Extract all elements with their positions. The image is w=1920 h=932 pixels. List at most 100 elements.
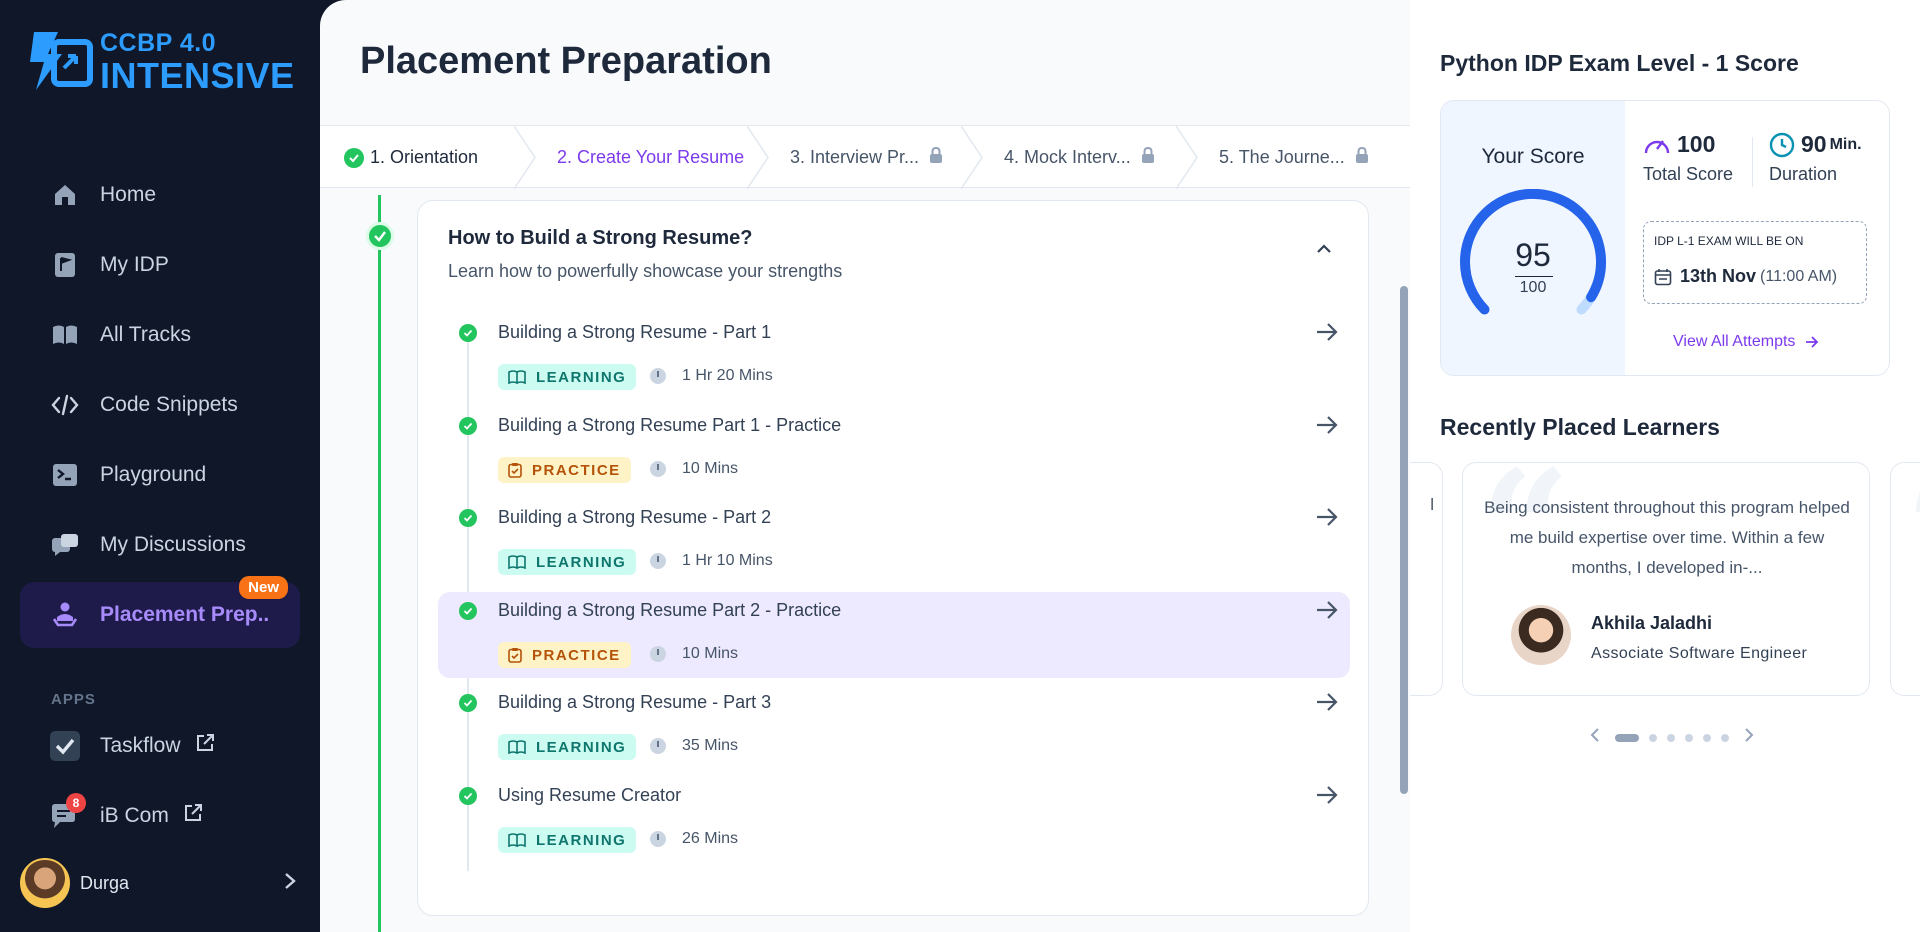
section-subtitle: Learn how to powerfully showcase your st… [448, 261, 843, 281]
sidebar-item-label: My IDP [100, 253, 169, 276]
chevron-right-icon[interactable] [1744, 726, 1754, 749]
clock-icon [650, 738, 666, 754]
chevron-up-icon[interactable] [1316, 241, 1332, 259]
book-open-icon [508, 833, 526, 847]
user-profile[interactable]: Durga [20, 857, 300, 909]
duration-unit: Min. [1829, 135, 1862, 153]
brand-line1: CCBP 4.0 [100, 28, 217, 57]
sidebar-item-label: All Tracks [100, 323, 192, 346]
testimonial-card-prev[interactable]: l [1410, 462, 1443, 696]
learning-tag: LEARNING [498, 549, 637, 575]
new-badge: New [239, 576, 288, 599]
carousel-dot[interactable] [1667, 733, 1675, 742]
arrow-right-icon[interactable] [1316, 600, 1338, 625]
flag-doc-icon [50, 250, 80, 280]
sidebar-item-my-discussions[interactable]: My Discussions [20, 512, 300, 578]
resource-item[interactable]: Building a Strong Resume Part 2 - Practi… [438, 592, 1350, 678]
arrow-right-icon[interactable] [1316, 692, 1338, 717]
sidebar-item-label: Home [100, 183, 157, 206]
resource-item[interactable]: Using Resume Creator LEARNING 26 Mins [438, 777, 1350, 863]
external-link-icon[interactable] [195, 733, 215, 759]
lock-icon [1141, 146, 1155, 169]
duration: 35 Mins [650, 737, 738, 755]
apps-label: APPS [51, 691, 96, 708]
learner-avatar [1511, 605, 1571, 665]
app-label: Taskflow [100, 734, 181, 757]
learning-tag: LEARNING [498, 734, 637, 760]
section-title: How to Build a Strong Resume? [448, 227, 753, 249]
carousel-pagination [1580, 726, 1764, 749]
resource-item[interactable]: Building a Strong Resume Part 1 - Practi… [438, 407, 1350, 493]
total-score-value: 100 [1677, 131, 1716, 157]
sidebar-item-placement-prep[interactable]: Placement Prep.. New [20, 576, 300, 648]
carousel-dot[interactable] [1615, 733, 1639, 742]
clock-icon [1769, 132, 1795, 158]
arrow-right-icon[interactable] [1316, 785, 1338, 810]
resource-title: Using Resume Creator [498, 785, 682, 805]
sidebar-item-code-snippets[interactable]: Code Snippets [20, 372, 300, 438]
learner-role: Associate Software Engineer [1591, 645, 1808, 662]
arrow-right-icon[interactable] [1316, 507, 1338, 532]
resource-item[interactable]: Building a Strong Resume - Part 2 LEARNIN… [438, 499, 1350, 585]
brand-line2: INTENSIVE [100, 54, 295, 96]
testimonial-card-next[interactable]: “ [1890, 435, 1920, 696]
arrow-right-icon [1806, 336, 1819, 348]
sidebar-item-all-tracks[interactable]: All Tracks [20, 302, 300, 368]
progress-stepper: 1. Orientation 2. Create Your Resume 3. … [320, 125, 1410, 189]
resource-title: Building a Strong Resume - Part 3 [498, 692, 772, 712]
carousel-dot[interactable] [1721, 733, 1729, 742]
sidebar-item-home[interactable]: Home [20, 162, 300, 228]
testimonial-card[interactable]: “ Being consistent throughout this progr… [1462, 462, 1870, 696]
step-separator [961, 126, 983, 189]
check-icon [459, 509, 477, 527]
clock-icon [650, 831, 666, 847]
sidebar-item-my-idp[interactable]: My IDP [20, 232, 300, 298]
external-link-icon[interactable] [183, 803, 203, 829]
step-create-resume[interactable]: 2. Create Your Resume [535, 126, 769, 189]
book-open-icon [508, 740, 526, 754]
carousel-dot[interactable] [1703, 733, 1711, 742]
score-card: Your Score 95 100 100 Total Score 90 Min… [1440, 100, 1890, 376]
step-mock-interview[interactable]: 4. Mock Interv... [982, 126, 1198, 189]
arrow-right-icon[interactable] [1316, 322, 1338, 347]
chevron-left-icon[interactable] [1590, 726, 1600, 749]
step-orientation[interactable]: 1. Orientation [320, 126, 536, 189]
carousel-dot[interactable] [1685, 733, 1693, 742]
learner-name: Akhila Jaladhi [1591, 613, 1713, 633]
code-icon [50, 390, 80, 420]
sidebar-item-label: Code Snippets [100, 393, 238, 416]
resource-item[interactable]: Building a Strong Resume - Part 3 LEARNIN… [438, 684, 1350, 770]
practice-tag: PRACTICE [498, 457, 631, 483]
duration: 10 Mins [650, 645, 738, 663]
sidebar-item-playground[interactable]: Playground [20, 442, 300, 508]
score-max: 100 [1519, 279, 1547, 296]
app-ib-com[interactable]: 8 iB Com [50, 793, 203, 831]
home-icon [50, 180, 80, 210]
chat-icon: 8 [50, 793, 86, 831]
resource-item[interactable]: Building a Strong Resume - Part 1 LEARNIN… [438, 314, 1350, 400]
app-taskflow[interactable]: Taskflow [50, 731, 215, 761]
duration-value: 90 [1801, 131, 1827, 157]
total-score-label: Total Score [1643, 164, 1734, 184]
step-separator [1176, 126, 1198, 189]
speedometer-icon [1643, 133, 1671, 157]
step-interview-prep[interactable]: 3. Interview Pr... [768, 126, 983, 189]
page-title: Placement Preparation [360, 40, 772, 82]
scrollbar[interactable] [1400, 286, 1408, 794]
calendar-icon [1654, 268, 1672, 286]
step-the-journey[interactable]: 5. The Journe... [1197, 126, 1410, 189]
arrow-right-icon[interactable] [1316, 415, 1338, 440]
quote-icon: “ [1905, 435, 1920, 623]
right-panel: Python IDP Exam Level - 1 Score Your Sco… [1410, 0, 1920, 932]
step-label: 5. The Journe... [1219, 147, 1345, 167]
sidebar-item-label: Playground [100, 463, 207, 486]
view-all-attempts-link[interactable]: View All Attempts [1673, 333, 1819, 351]
clipboard-icon [508, 647, 522, 663]
brand-logo[interactable]: CCBP 4.0 INTENSIVE [28, 28, 295, 96]
discussion-icon [50, 530, 80, 560]
exam-label: IDP L-1 EXAM WILL BE ON [1654, 234, 1804, 248]
score-title: Python IDP Exam Level - 1 Score [1440, 50, 1799, 76]
sidebar-nav: Home My IDP All Tracks Code Snippets Pla… [20, 162, 300, 652]
resource-title: Building a Strong Resume - Part 1 [498, 322, 772, 342]
carousel-dot[interactable] [1649, 733, 1657, 742]
